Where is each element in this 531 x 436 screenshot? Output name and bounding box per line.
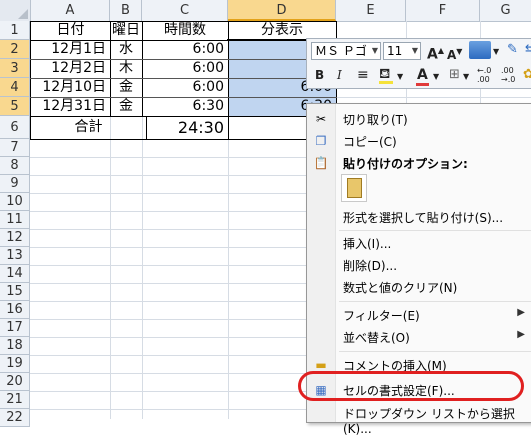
row-header[interactable]: 21 — [0, 391, 30, 409]
menu-item-sort[interactable]: 並べ替え(O) ▶ — [307, 326, 531, 348]
font-color-icon[interactable]: A — [417, 66, 428, 84]
center-align-icon[interactable]: ≡ — [357, 66, 369, 84]
column-header-g[interactable]: G — [480, 0, 531, 21]
menu-item-label: 切り取り(T) — [343, 113, 408, 127]
column-header-d[interactable]: D — [228, 0, 336, 21]
merge-icon[interactable]: ⇆ — [525, 41, 531, 59]
column-header-b[interactable]: B — [110, 0, 142, 21]
row-header[interactable]: 8 — [0, 157, 30, 175]
chevron-down-icon: ▼ — [371, 46, 378, 55]
menu-item-label: 並べ替え(O) — [343, 331, 410, 345]
italic-icon[interactable]: I — [337, 66, 342, 84]
cell-hours[interactable]: 6:30 — [142, 97, 228, 116]
row-header[interactable]: 3 — [0, 59, 30, 78]
cell-hours[interactable]: 6:00 — [142, 78, 228, 97]
row-header[interactable]: 19 — [0, 355, 30, 373]
menu-item-cut[interactable]: ✂ 切り取り(T) — [307, 108, 531, 130]
chevron-down-icon: ▼ — [433, 72, 440, 81]
row-header[interactable]: 12 — [0, 229, 30, 247]
clipboard-icon — [347, 178, 362, 198]
menu-item-clear-contents[interactable]: 数式と値のクリア(N) — [307, 276, 531, 298]
chevron-down-icon: ▼ — [411, 46, 418, 55]
row-header[interactable]: 9 — [0, 175, 30, 193]
highlight-annotation — [298, 371, 524, 401]
row-header[interactable]: 7 — [0, 139, 30, 157]
header-cell-hours[interactable]: 時間数 — [142, 21, 228, 40]
row-header[interactable]: 15 — [0, 283, 30, 301]
row-header[interactable]: 20 — [0, 373, 30, 391]
row-header[interactable]: 5 — [0, 97, 30, 116]
cell-date[interactable]: 12月1日 — [31, 40, 110, 59]
percent-style-icon[interactable]: ✿ — [523, 66, 531, 84]
decrease-decimal-icon[interactable]: .00 →.0 — [501, 66, 515, 84]
borders-icon[interactable]: ⊞ — [449, 66, 460, 84]
row-header[interactable]: 1 — [0, 21, 30, 40]
menu-item-label: 貼り付けのオプション: — [343, 157, 468, 171]
cell-day[interactable]: 金 — [110, 78, 142, 97]
font-name-select[interactable]: ＭＳ Ｐゴ ▼ — [311, 42, 381, 60]
cell-date[interactable]: 12月10日 — [31, 78, 110, 97]
menu-item-pick-from-list[interactable]: ドロップダウン リストから選択(K)... — [307, 402, 531, 436]
paste-button[interactable] — [341, 174, 367, 202]
column-header-f[interactable]: F — [406, 0, 480, 21]
format-painter-icon[interactable]: ✎ — [507, 41, 518, 59]
cell-day[interactable]: 木 — [110, 59, 142, 78]
increase-decimal-icon[interactable]: ←.0.00 — [477, 66, 491, 84]
column-header-e[interactable]: E — [336, 0, 406, 21]
menu-item-label: 形式を選択して貼り付け(S)... — [343, 211, 504, 225]
select-all-corner[interactable] — [0, 0, 31, 21]
cell-hours[interactable]: 6:00 — [142, 59, 228, 78]
cell-style-icon[interactable] — [469, 41, 491, 59]
menu-item-label: フィルター(E) — [343, 309, 420, 323]
cut-icon: ✂ — [315, 112, 327, 126]
menu-item-label: コピー(C) — [343, 135, 397, 149]
copy-icon: ❐ — [315, 134, 327, 148]
row-header[interactable]: 4 — [0, 78, 30, 97]
header-cell-date[interactable]: 日付 — [31, 21, 110, 40]
row-header[interactable]: 17 — [0, 319, 30, 337]
font-size-select[interactable]: 11 ▼ — [383, 42, 421, 60]
grow-font-icon[interactable]: A▲ — [427, 42, 444, 64]
cell-hours[interactable]: 6:00 — [142, 40, 228, 59]
menu-item-label: 挿入(I)... — [343, 237, 392, 251]
menu-item-copy[interactable]: ❐ コピー(C) — [307, 130, 531, 152]
menu-item-label: 削除(D)... — [343, 259, 398, 273]
row-header[interactable]: 11 — [0, 211, 30, 229]
paste-icon: 📋 — [313, 156, 329, 170]
row-header[interactable]: 2 — [0, 40, 30, 59]
menu-item-label: 数式と値のクリア(N) — [343, 281, 458, 295]
cell-day[interactable]: 水 — [110, 40, 142, 59]
menu-item-paste-options: 📋 貼り付けのオプション: — [307, 152, 531, 174]
font-size-value: 11 — [387, 44, 403, 58]
mini-toolbar: ＭＳ Ｐゴ ▼ 11 ▼ A▲ A▼ ▼ ✎ ⇆ B I ≡ ⛾ ▼ A ▼ ⊞… — [306, 38, 531, 89]
cell-date[interactable]: 12月31日 — [31, 97, 110, 116]
chevron-right-icon: ▶ — [517, 329, 525, 340]
row-header[interactable]: 22 — [0, 409, 30, 427]
bold-icon[interactable]: B — [315, 66, 324, 84]
cell-date[interactable]: 12月2日 — [31, 59, 110, 78]
menu-item-delete[interactable]: 削除(D)... — [307, 254, 531, 276]
row-header[interactable]: 6 — [0, 116, 30, 139]
shrink-font-icon[interactable]: A▼ — [447, 43, 462, 64]
font-name-value: ＭＳ Ｐゴ — [315, 44, 367, 58]
menu-item-insert[interactable]: 挿入(I)... — [307, 232, 531, 254]
row-header[interactable]: 13 — [0, 247, 30, 265]
column-header-a[interactable]: A — [31, 0, 110, 21]
total-value-cell[interactable]: 24:30 — [147, 116, 228, 139]
header-cell-day[interactable]: 曜日 — [110, 21, 142, 40]
chevron-down-icon: ▼ — [463, 72, 470, 81]
total-label-cell[interactable]: 合計 — [31, 116, 146, 139]
chevron-right-icon: ▶ — [517, 307, 525, 318]
row-header[interactable]: 16 — [0, 301, 30, 319]
row-header[interactable]: 14 — [0, 265, 30, 283]
cell-day[interactable]: 金 — [110, 97, 142, 116]
chevron-down-icon: ▼ — [493, 47, 500, 56]
row-header[interactable]: 10 — [0, 193, 30, 211]
column-header-c[interactable]: C — [142, 0, 228, 21]
menu-item-paste-special[interactable]: 形式を選択して貼り付け(S)... — [307, 206, 531, 228]
chevron-down-icon: ▼ — [397, 72, 404, 81]
row-header[interactable]: 18 — [0, 337, 30, 355]
menu-item-filter[interactable]: フィルター(E) ▶ — [307, 304, 531, 326]
menu-item-label: ドロップダウン リストから選択(K)... — [343, 407, 515, 436]
